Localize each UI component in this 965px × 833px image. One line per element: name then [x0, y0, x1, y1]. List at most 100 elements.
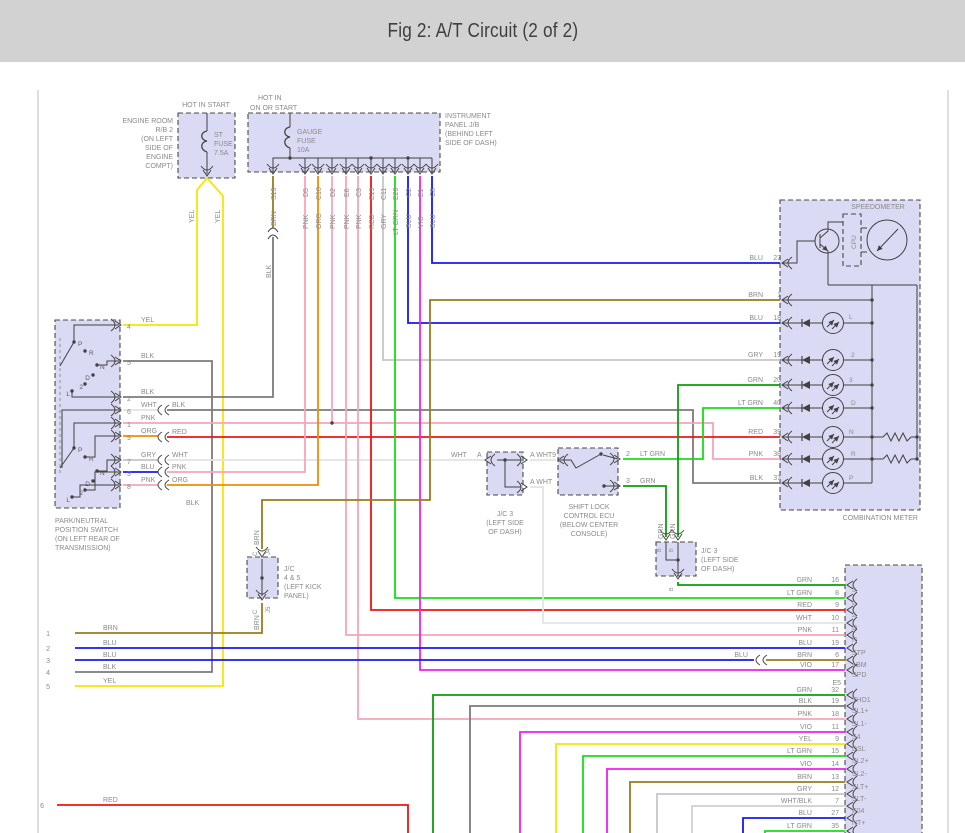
diagram-label: R/B 2 — [155, 127, 173, 134]
junction-dot — [72, 446, 76, 450]
diagram-label: CONSOLE) — [571, 531, 608, 538]
junction-dot — [870, 383, 874, 387]
figure-title: Fig 2: A/T Circuit (2 of 2) — [387, 19, 578, 42]
diagram-label: BLU — [798, 640, 812, 647]
diagram-label: SL2+ — [852, 758, 869, 765]
diagram-label: YEL — [215, 210, 222, 223]
diagram-label: BLK — [750, 475, 764, 482]
diagram-label: 17 — [831, 662, 839, 669]
splice-icon — [755, 654, 768, 666]
diagram-label: PNK — [749, 451, 764, 458]
junction-dot — [599, 452, 603, 456]
diagram-label: 10A — [297, 147, 310, 154]
diagram-label: 35 — [831, 823, 839, 830]
diagram-label: VIO — [800, 761, 813, 768]
diagram-label: 1 — [127, 422, 131, 429]
diagram-label: SPEEDOMETER — [851, 204, 905, 211]
diagram-label: P — [849, 475, 853, 482]
diagram-label: HOT IN START — [182, 102, 231, 109]
diagram-label: P — [78, 341, 82, 348]
diagram-label: P — [78, 447, 82, 454]
diagram-label: 4 & 5 — [284, 575, 300, 582]
diagram-label: 38 — [773, 451, 781, 458]
diagram-label: L — [849, 314, 853, 321]
diagram-label: ORG — [316, 213, 323, 229]
diagram-label: N — [849, 429, 854, 436]
junction-dot — [870, 435, 874, 439]
wiring-diagram: HOT IN START ENGINE ROOM R/B 2 (ON LEFT SIDE… — [37, 90, 949, 833]
wire — [382, 176, 780, 361]
diagram-label: SL1- — [852, 721, 867, 728]
diagram-label: 6 — [835, 652, 839, 659]
diagram-label: BLK — [103, 664, 117, 671]
junction-dot — [72, 340, 76, 344]
diagram-label: SPD — [852, 672, 866, 679]
diagram-label: 18 — [831, 711, 839, 718]
diagram-label: LT GRN — [640, 451, 665, 458]
diagram-label: BRN — [797, 652, 812, 659]
diagram-label: J4 — [266, 548, 272, 555]
junction-dot — [870, 321, 874, 325]
diagram-label: (ON LEFT REAR OF — [55, 536, 120, 543]
diagram-label: C8 — [430, 188, 437, 197]
diagram-label: SIDE OF DASH) — [445, 140, 497, 147]
diagram-label: BLK — [799, 698, 813, 705]
instrument-panel-jb-box — [247, 112, 441, 173]
diagram-label: PNK — [303, 214, 310, 229]
diagram-label: BRN — [254, 615, 261, 630]
diagram-label: 7 — [835, 798, 839, 805]
diagram-label: C — [253, 551, 259, 556]
diagram-label: DSL — [852, 746, 866, 753]
wire — [123, 177, 208, 326]
wire — [407, 176, 780, 324]
diagram-label: ENGINE ROOM — [122, 118, 173, 125]
diagram-label: E20 — [393, 187, 400, 200]
diagram-label: 7.5A — [214, 150, 229, 157]
diagram-label: PARK/NEUTRAL — [55, 518, 108, 525]
diagram-label: B — [657, 548, 663, 552]
diagram-label: 27 — [773, 255, 781, 262]
diagram-label: 2 — [626, 451, 630, 458]
wire — [677, 582, 845, 586]
diagram-label: BRN — [254, 530, 261, 545]
diagram-label: C10 — [316, 187, 323, 200]
diagram-label: 2 — [46, 646, 50, 653]
diagram-label: HOT IN — [258, 95, 282, 102]
diagram-label: 32 — [831, 687, 839, 694]
diagram-label: VIO — [418, 215, 425, 228]
wire — [167, 176, 306, 473]
diagram-label: 19 — [773, 352, 781, 359]
diagram-label: 39 — [773, 429, 781, 436]
diagram-label: SIDE OF — [145, 145, 173, 152]
diagram-label: 6 — [40, 803, 44, 810]
diagram-label: 16 — [831, 577, 839, 584]
diagram-label: GRN — [796, 577, 812, 584]
diagram-label: 7 — [127, 459, 131, 466]
diagram-label: LT GRN — [787, 590, 812, 597]
diagram-label: 19 — [831, 698, 839, 705]
diagram-label: GRN — [640, 478, 656, 485]
diagram-label: L — [66, 497, 70, 504]
diagram-label: D — [852, 625, 857, 632]
diagram-label: CONTROL ECU — [564, 513, 615, 520]
junction-dot — [602, 484, 606, 488]
diagram-label: PNK — [344, 214, 351, 229]
diagram-label: J/C 3 — [497, 511, 513, 518]
diagram-label: A WHT — [530, 479, 553, 486]
wire — [57, 804, 409, 833]
diagram-label: ENGINE — [146, 154, 173, 161]
junction-dot — [95, 363, 99, 367]
diagram-label: BLU — [103, 652, 117, 659]
diagram-label: GRY — [748, 352, 763, 359]
diagram-label: 27 — [831, 810, 839, 817]
junction-dot — [915, 435, 919, 439]
diagram-label: 3 — [127, 471, 131, 478]
junction-dot — [83, 349, 87, 353]
diagram-label: GRY — [141, 452, 156, 459]
diagram-label: J/C 3 — [701, 548, 717, 555]
diagram-label: SL2- — [852, 771, 867, 778]
diagram-label: BLK — [266, 264, 273, 278]
diagram-label: E19 — [369, 187, 376, 200]
diagram-label: (ON LEFT — [141, 136, 174, 143]
diagram-label: A WHT — [530, 452, 553, 459]
